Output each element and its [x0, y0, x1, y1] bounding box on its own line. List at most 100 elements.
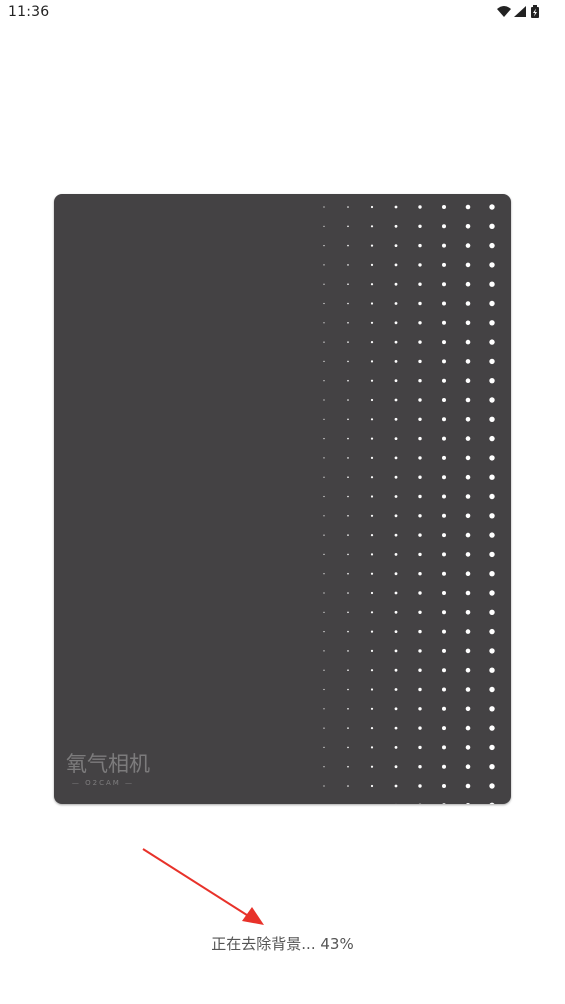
pattern-dot — [370, 495, 374, 498]
pattern-dot — [323, 341, 325, 343]
pattern-dot — [442, 359, 446, 364]
pattern-dot — [370, 669, 374, 672]
pattern-dot — [323, 708, 325, 710]
battery-charging-icon — [531, 5, 539, 18]
pattern-dot — [394, 668, 398, 672]
pattern-dot — [323, 515, 325, 517]
pattern-dot — [465, 455, 471, 461]
pattern-dot — [465, 687, 471, 692]
pattern-dot — [465, 494, 471, 499]
pattern-dot — [418, 726, 422, 730]
pattern-dot — [442, 398, 446, 402]
pattern-dot — [323, 476, 325, 478]
pattern-dot — [370, 611, 374, 614]
pattern-dot — [370, 591, 374, 595]
pattern-dot — [323, 534, 325, 536]
progress-percent: 43% — [320, 935, 354, 953]
pattern-dot — [465, 725, 471, 731]
pattern-dot — [323, 380, 325, 382]
pattern-dot — [394, 765, 398, 769]
o2cam-watermark: 氧气相机 — O2CAM — — [66, 752, 150, 790]
pattern-dot — [418, 610, 422, 614]
pattern-dot — [394, 205, 398, 209]
pattern-dot — [442, 513, 446, 518]
pattern-dot — [347, 360, 349, 363]
pattern-dot — [465, 667, 471, 673]
pattern-dot — [489, 493, 495, 500]
pattern-dot — [370, 283, 374, 286]
pattern-dot — [489, 416, 495, 422]
status-bar: 11:36 — [0, 0, 565, 24]
pattern-dot — [394, 572, 398, 576]
pattern-dot — [394, 437, 398, 440]
pattern-dot — [347, 225, 349, 228]
pattern-dot — [347, 669, 349, 671]
pattern-dot — [489, 300, 495, 307]
pattern-dot — [465, 648, 471, 654]
pattern-dot — [323, 322, 325, 324]
pattern-dot — [323, 573, 325, 575]
pattern-dot — [489, 609, 495, 615]
pattern-dot — [465, 706, 471, 712]
pattern-dot — [347, 630, 349, 633]
pattern-dot — [489, 802, 495, 804]
pattern-dot — [489, 513, 495, 519]
pattern-dot — [418, 359, 422, 364]
pattern-dot — [442, 591, 446, 595]
pattern-dot — [442, 784, 446, 788]
pattern-dot — [442, 436, 446, 441]
pattern-dot — [347, 650, 349, 652]
pattern-dot — [418, 379, 422, 383]
pattern-dot — [370, 707, 374, 710]
pattern-dot — [489, 320, 495, 326]
pattern-dot — [347, 399, 349, 401]
pattern-dot — [489, 628, 495, 635]
pattern-dot — [442, 706, 446, 711]
pattern-dot — [418, 687, 422, 692]
pattern-dot — [465, 359, 471, 364]
pattern-dot — [489, 242, 495, 249]
pattern-dot — [394, 379, 398, 383]
pattern-dot — [323, 766, 325, 768]
pattern-dot — [323, 688, 325, 691]
pattern-dot — [370, 437, 374, 440]
pattern-dot — [347, 611, 349, 614]
pattern-dot — [394, 398, 398, 402]
pattern-dot — [489, 764, 495, 770]
pattern-dot — [489, 686, 495, 693]
pattern-dot — [489, 783, 495, 789]
pattern-dot — [418, 765, 422, 769]
pattern-dot — [442, 764, 446, 769]
pattern-dot — [465, 532, 471, 538]
pattern-dot — [394, 360, 398, 363]
pattern-dot — [489, 397, 495, 403]
dot-pattern — [323, 204, 495, 804]
pattern-dot — [465, 590, 471, 596]
pattern-dot — [323, 669, 325, 671]
pattern-dot — [323, 495, 325, 498]
pattern-dot — [370, 360, 374, 363]
pattern-dot — [394, 282, 398, 286]
pattern-dot — [489, 551, 495, 558]
pattern-dot — [370, 572, 374, 575]
pattern-dot — [418, 668, 422, 672]
pattern-dot — [489, 223, 495, 229]
pattern-dot — [347, 244, 349, 247]
pattern-dot — [323, 457, 325, 459]
pattern-dot — [323, 727, 325, 729]
pattern-dot — [347, 302, 349, 305]
pattern-dot — [489, 455, 495, 461]
pattern-dot — [418, 629, 422, 634]
pattern-dot — [465, 243, 471, 248]
pattern-dot — [394, 417, 398, 421]
pattern-dot — [489, 571, 495, 577]
pattern-dot — [442, 417, 446, 422]
pattern-dot — [323, 225, 325, 227]
pattern-dot — [323, 283, 325, 285]
pattern-dot — [418, 533, 422, 537]
pattern-dot — [465, 783, 471, 789]
pattern-dot — [347, 572, 349, 575]
pattern-dot — [370, 379, 374, 382]
pattern-dot — [418, 263, 422, 267]
pattern-dot — [347, 592, 349, 594]
